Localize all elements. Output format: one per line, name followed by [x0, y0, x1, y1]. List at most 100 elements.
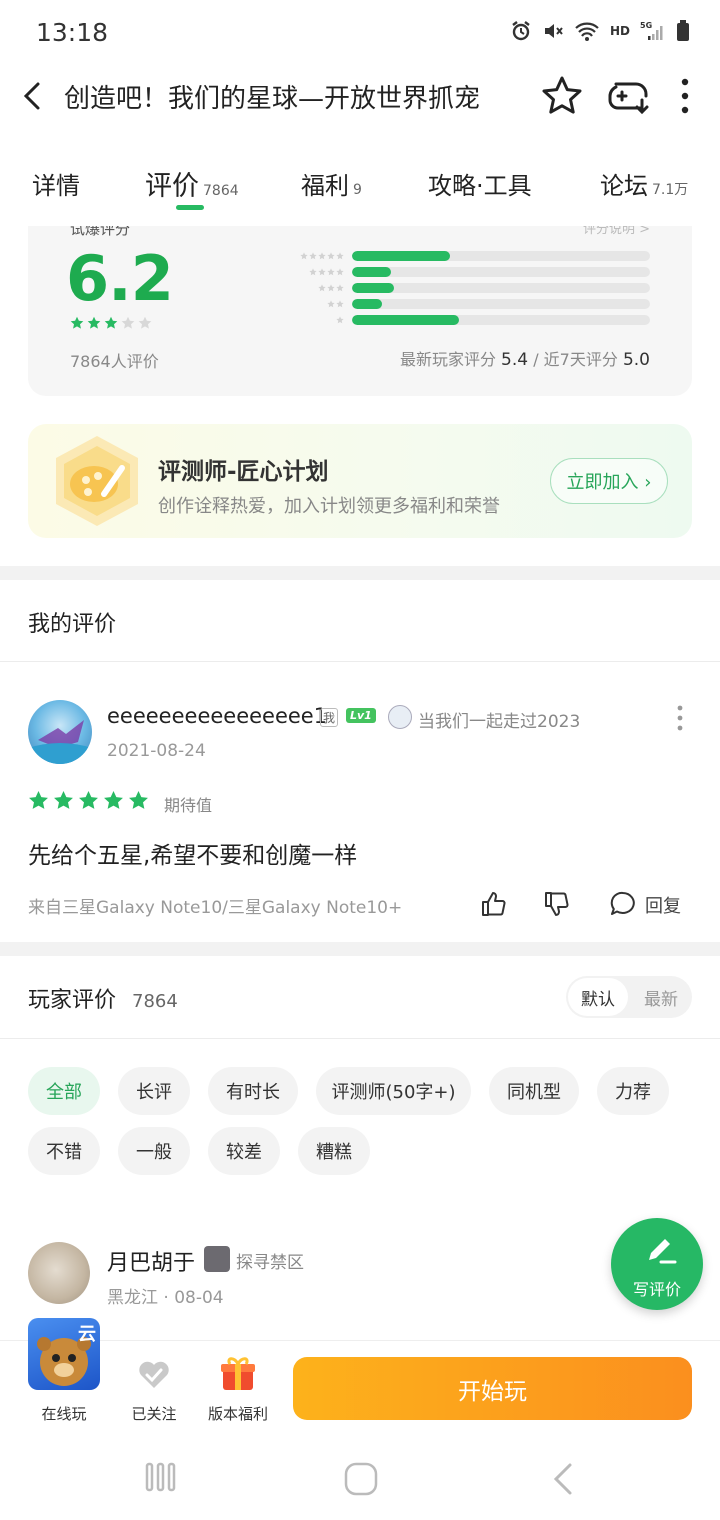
star-icon — [327, 268, 335, 276]
distribution-row — [278, 264, 658, 280]
more-options-icon[interactable] — [674, 74, 696, 118]
banner-subtitle: 创作诠释热爱，加入计划领更多福利和荣誉 — [158, 496, 500, 517]
rating-card: 试爆评分 评分说明 > 6.2 7864人评价 最新玩家评分 5.4 / 近7天… — [28, 226, 692, 396]
reviewer-username: 月巴胡于 — [107, 1251, 196, 1276]
tab-benefits[interactable]: 福利 9 — [301, 166, 362, 201]
star-icon — [336, 252, 344, 260]
reviewer-medal-icon — [204, 1246, 230, 1272]
rating-explanation-link[interactable]: 评分说明 > — [583, 226, 650, 237]
divider — [0, 1038, 720, 1039]
write-review-button[interactable]: 写评价 — [611, 1218, 703, 1310]
cloud-game-icon[interactable]: 云 — [28, 1318, 100, 1390]
star-icon — [318, 252, 326, 260]
player-reviews-title: 玩家评价 — [28, 988, 117, 1013]
filter-chip-long[interactable]: 长评 — [118, 1067, 190, 1115]
follow-label[interactable]: 已关注 — [124, 1403, 184, 1424]
tab-details[interactable]: 详情 — [32, 166, 80, 201]
mute-icon — [544, 24, 563, 38]
reviewer-location-date: 黑龙江 · 08-04 — [107, 1288, 224, 1308]
filter-chip-all[interactable]: 全部 — [28, 1067, 100, 1115]
gift-icon[interactable] — [219, 1354, 257, 1392]
favorite-star-icon[interactable] — [540, 74, 584, 118]
star-icon — [104, 316, 118, 329]
page-title: 创造吧！我们的星球—开放世界抓宠 — [64, 84, 481, 114]
star-icon — [309, 268, 317, 276]
distribution-track — [352, 315, 650, 325]
comment-icon[interactable] — [609, 890, 637, 918]
home-icon[interactable] — [344, 1462, 378, 1496]
recent-apps-icon[interactable] — [145, 1462, 177, 1492]
section-divider — [0, 566, 720, 580]
back-nav-icon[interactable] — [552, 1462, 574, 1496]
join-now-button[interactable]: 立即加入 › — [550, 458, 668, 504]
filter-chip-average[interactable]: 一般 — [118, 1127, 190, 1175]
star-icon — [336, 300, 344, 308]
rating-distribution — [278, 248, 658, 328]
system-navigation-bar — [0, 1430, 720, 1520]
star-icon — [54, 791, 73, 809]
review-more-icon[interactable] — [672, 704, 688, 732]
thumbs-up-icon[interactable] — [480, 890, 508, 918]
svg-text:5G: 5G — [640, 21, 652, 30]
tab-forum[interactable]: 论坛 7.1万 — [600, 166, 688, 201]
write-review-label: 写评价 — [632, 1280, 681, 1299]
start-play-button[interactable]: 开始玩 — [293, 1357, 692, 1420]
rating-stars — [70, 316, 152, 330]
distribution-fill — [352, 283, 394, 293]
divider — [0, 661, 720, 662]
sort-newest-button[interactable]: 最新 — [632, 978, 690, 1016]
distribution-stars — [278, 268, 344, 276]
tab-reviews[interactable]: 评价 7864 — [145, 164, 239, 203]
filter-chip-bad[interactable]: 糟糕 — [298, 1127, 370, 1175]
status-icons: HD 5G — [510, 20, 690, 42]
rating-type-label: 期待值 — [164, 796, 213, 815]
sort-default-button[interactable]: 默认 — [568, 978, 628, 1016]
reviewer-program-banner[interactable]: 评测师-匠心计划 创作诠释热爱，加入计划领更多福利和荣誉 立即加入 › — [28, 424, 692, 538]
rating-score: 6.2 — [66, 242, 174, 315]
filter-chip-highly-recommended[interactable]: 力荐 — [597, 1067, 669, 1115]
recent-scores: 最新玩家评分 5.4 / 近7天评分 5.0 — [399, 350, 650, 370]
my-review-content: 先给个五星,希望不要和创魔一样 — [28, 843, 358, 869]
online-play-label[interactable]: 在线玩 — [34, 1403, 94, 1424]
star-icon — [70, 316, 84, 329]
star-icon — [87, 316, 101, 329]
filter-chip-same-device[interactable]: 同机型 — [489, 1067, 579, 1115]
filter-chip-good[interactable]: 不错 — [28, 1127, 100, 1175]
hd-indicator: HD — [609, 24, 630, 38]
version-gift-label[interactable]: 版本福利 — [204, 1403, 272, 1424]
distribution-track — [352, 267, 650, 277]
section-divider — [0, 942, 720, 956]
active-tab-indicator — [176, 205, 204, 210]
me-badge: 我 — [320, 708, 339, 727]
filter-chip-poor[interactable]: 较差 — [208, 1127, 280, 1175]
star-icon — [300, 252, 308, 260]
star-icon — [138, 316, 152, 329]
star-icon — [104, 791, 123, 809]
my-avatar[interactable] — [28, 700, 92, 764]
star-icon — [79, 791, 98, 809]
gamepad-download-icon[interactable] — [606, 74, 652, 118]
signal-icon: 5G — [640, 21, 663, 40]
star-icon — [336, 268, 344, 276]
filter-chip-reviewer[interactable]: 评测师(50字+) — [316, 1067, 471, 1115]
reviewer-avatar[interactable] — [28, 1242, 90, 1304]
banner-title: 评测师-匠心计划 — [158, 459, 329, 485]
star-icon — [121, 316, 135, 329]
battery-icon — [677, 20, 689, 41]
distribution-fill — [352, 251, 451, 261]
my-review-title: 我的评价 — [28, 612, 117, 637]
cloud-badge: 云 — [78, 1324, 96, 1345]
star-icon — [309, 252, 317, 260]
palette-badge-icon — [56, 436, 138, 526]
star-icon — [129, 791, 148, 809]
my-honor-tag: 当我们一起走过2023 — [418, 712, 581, 732]
heart-followed-icon[interactable] — [136, 1356, 172, 1392]
distribution-track — [352, 283, 650, 293]
tab-guides-tools[interactable]: 攻略·工具 — [428, 166, 532, 201]
filter-chip-playtime[interactable]: 有时长 — [208, 1067, 298, 1115]
thumbs-down-icon[interactable] — [543, 890, 571, 918]
back-icon[interactable] — [18, 78, 48, 114]
rating-count: 7864人评价 — [70, 352, 159, 371]
my-review-date: 2021-08-24 — [107, 741, 206, 761]
reply-button[interactable]: 回复 — [645, 892, 681, 918]
